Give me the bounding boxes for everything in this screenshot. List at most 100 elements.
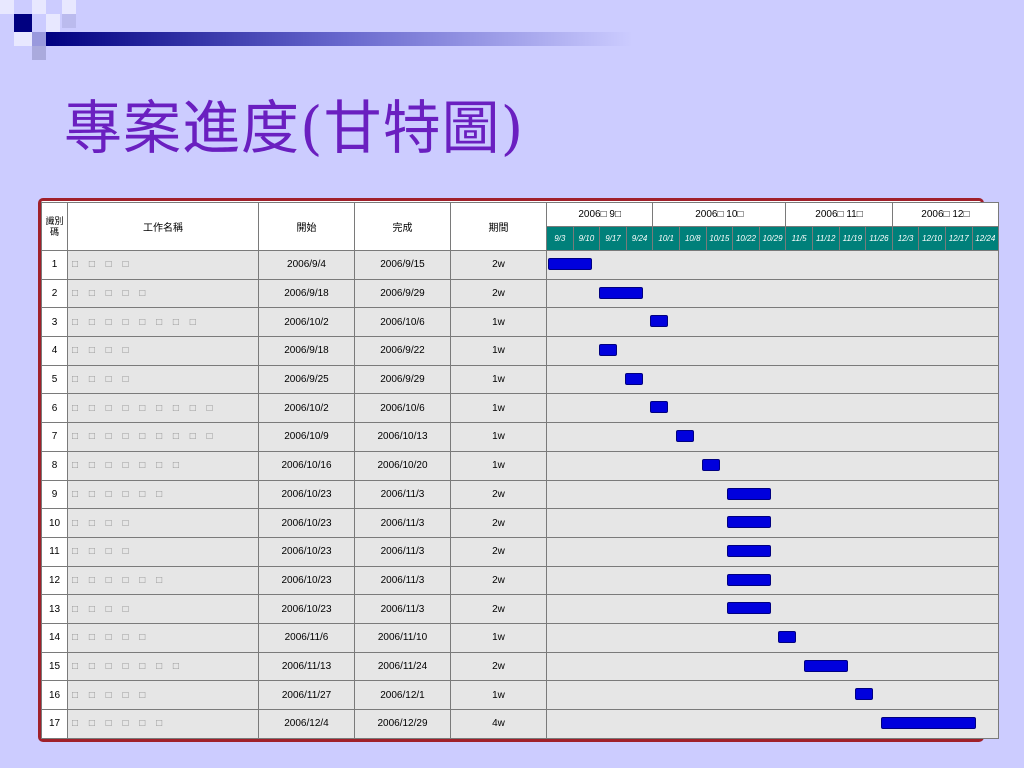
gantt-bar	[548, 258, 592, 270]
task-name: □ □ □ □ □	[67, 622, 259, 653]
deco-square-navy	[14, 14, 32, 32]
task-finish: 2006/10/20	[354, 450, 451, 481]
task-name: □ □ □ □	[67, 594, 259, 624]
task-duration: 2w	[450, 594, 547, 624]
month-header: 2006□ 10□	[652, 202, 787, 227]
table-row: 7 □ □ □ □ □ □ □ □ □ 2006/10/9 2006/10/13 1w	[41, 422, 1000, 452]
task-duration: 2w	[450, 508, 547, 538]
task-duration: 1w	[450, 393, 547, 424]
header-id: 識別碼	[41, 202, 68, 251]
task-start: 2006/11/27	[258, 680, 355, 710]
table-row: 9 □ □ □ □ □ □ 2006/10/23 2006/11/3 2w	[41, 479, 1000, 510]
task-duration: 1w	[450, 422, 547, 452]
week-header: 9/17	[599, 226, 627, 251]
task-id: 1	[41, 250, 68, 280]
task-finish: 2006/11/3	[354, 508, 451, 538]
task-id: 9	[41, 479, 68, 510]
task-name: □ □ □ □	[67, 336, 259, 366]
gantt-timeline-cell	[545, 422, 1000, 452]
task-finish: 2006/11/10	[354, 622, 451, 653]
gantt-timeline-cell	[545, 709, 1000, 739]
task-start: 2006/9/25	[258, 364, 355, 395]
task-finish: 2006/12/1	[354, 680, 451, 710]
week-header: 11/12	[811, 226, 840, 251]
task-start: 2006/10/16	[258, 450, 355, 481]
gantt-timeline-cell	[545, 364, 1000, 395]
task-finish: 2006/10/6	[354, 307, 451, 338]
task-duration: 2w	[450, 250, 547, 280]
week-header: 12/3	[891, 226, 920, 251]
task-id: 4	[41, 336, 68, 366]
task-finish: 2006/9/22	[354, 336, 451, 366]
task-finish: 2006/9/29	[354, 278, 451, 309]
task-name: □ □ □ □ □ □	[67, 565, 259, 596]
week-header: 9/3	[546, 226, 574, 251]
task-id: 11	[41, 536, 68, 567]
table-row: 2 □ □ □ □ □ 2006/9/18 2006/9/29 2w	[41, 278, 1000, 309]
gantt-bar	[880, 717, 976, 729]
week-header: 10/22	[732, 226, 760, 251]
task-finish: 2006/10/6	[354, 393, 451, 424]
deco-square-light	[14, 32, 32, 46]
gantt-timeline-cell	[545, 479, 1000, 510]
slide-title: 專案進度(甘特圖)	[64, 94, 525, 162]
gantt-timeline-cell	[545, 336, 1000, 366]
task-duration: 2w	[450, 479, 547, 510]
month-header: 2006□ 9□	[545, 202, 654, 227]
task-start: 2006/9/18	[258, 336, 355, 366]
table-row: 8 □ □ □ □ □ □ □ 2006/10/16 2006/10/20 1w	[41, 450, 1000, 481]
gantt-timeline-cell	[545, 250, 1000, 280]
table-row: 4 □ □ □ □ 2006/9/18 2006/9/22 1w	[41, 336, 1000, 366]
gantt-timeline-cell	[545, 594, 1000, 624]
week-header: 11/5	[785, 226, 813, 251]
week-header: 9/10	[572, 226, 601, 251]
gantt-bar	[701, 458, 720, 471]
table-row: 17 □ □ □ □ □ □ 2006/12/4 2006/12/29 4w	[41, 709, 1000, 739]
table-row: 3 □ □ □ □ □ □ □ □ 2006/10/2 2006/10/6 1w	[41, 307, 1000, 338]
task-finish: 2006/9/15	[354, 250, 451, 280]
header-duration: 期間	[450, 202, 547, 251]
gantt-bar	[599, 344, 618, 357]
task-name: □ □ □ □	[67, 508, 259, 538]
week-header: 11/26	[865, 226, 893, 251]
task-id: 7	[41, 422, 68, 452]
task-start: 2006/10/9	[258, 422, 355, 452]
task-duration: 2w	[450, 651, 547, 682]
task-id: 5	[41, 364, 68, 395]
task-name: □ □ □ □ □ □ □ □ □	[67, 393, 259, 424]
task-id: 10	[41, 508, 68, 538]
task-name: □ □ □ □ □	[67, 278, 259, 309]
task-name: □ □ □ □ □ □ □	[67, 450, 259, 481]
gantt-bar	[727, 516, 771, 529]
task-id: 3	[41, 307, 68, 338]
task-id: 12	[41, 565, 68, 596]
task-start: 2006/9/4	[258, 250, 355, 280]
week-header: 10/1	[652, 226, 680, 251]
task-id: 17	[41, 709, 68, 739]
task-start: 2006/10/23	[258, 479, 355, 510]
gantt-bar	[778, 630, 797, 643]
deco-square-light	[32, 0, 46, 14]
gantt-bar	[727, 573, 771, 586]
gantt-timeline-cell	[545, 450, 1000, 481]
gantt-bar	[727, 602, 771, 615]
week-header: 10/8	[678, 226, 707, 251]
task-name: □ □ □ □	[67, 364, 259, 395]
gantt-timeline-cell	[545, 651, 1000, 682]
table-row: 5 □ □ □ □ 2006/9/25 2006/9/29 1w	[41, 364, 1000, 395]
deco-square-light	[62, 0, 76, 14]
task-id: 6	[41, 393, 68, 424]
deco-square-mid	[32, 46, 46, 60]
task-id: 8	[41, 450, 68, 481]
week-header: 12/17	[944, 226, 973, 251]
task-id: 14	[41, 622, 68, 653]
week-header: 12/10	[918, 226, 946, 251]
table-row: 6 □ □ □ □ □ □ □ □ □ 2006/10/2 2006/10/6 1w	[41, 393, 1000, 424]
table-row: 10 □ □ □ □ 2006/10/23 2006/11/3 2w	[41, 508, 1000, 538]
task-start: 2006/11/13	[258, 651, 355, 682]
task-name: □ □ □ □ □ □ □	[67, 651, 259, 682]
table-row: 15 □ □ □ □ □ □ □ 2006/11/13 2006/11/24 2w	[41, 651, 1000, 682]
gantt-bar	[650, 315, 669, 328]
task-start: 2006/10/23	[258, 565, 355, 596]
task-start: 2006/10/23	[258, 536, 355, 567]
